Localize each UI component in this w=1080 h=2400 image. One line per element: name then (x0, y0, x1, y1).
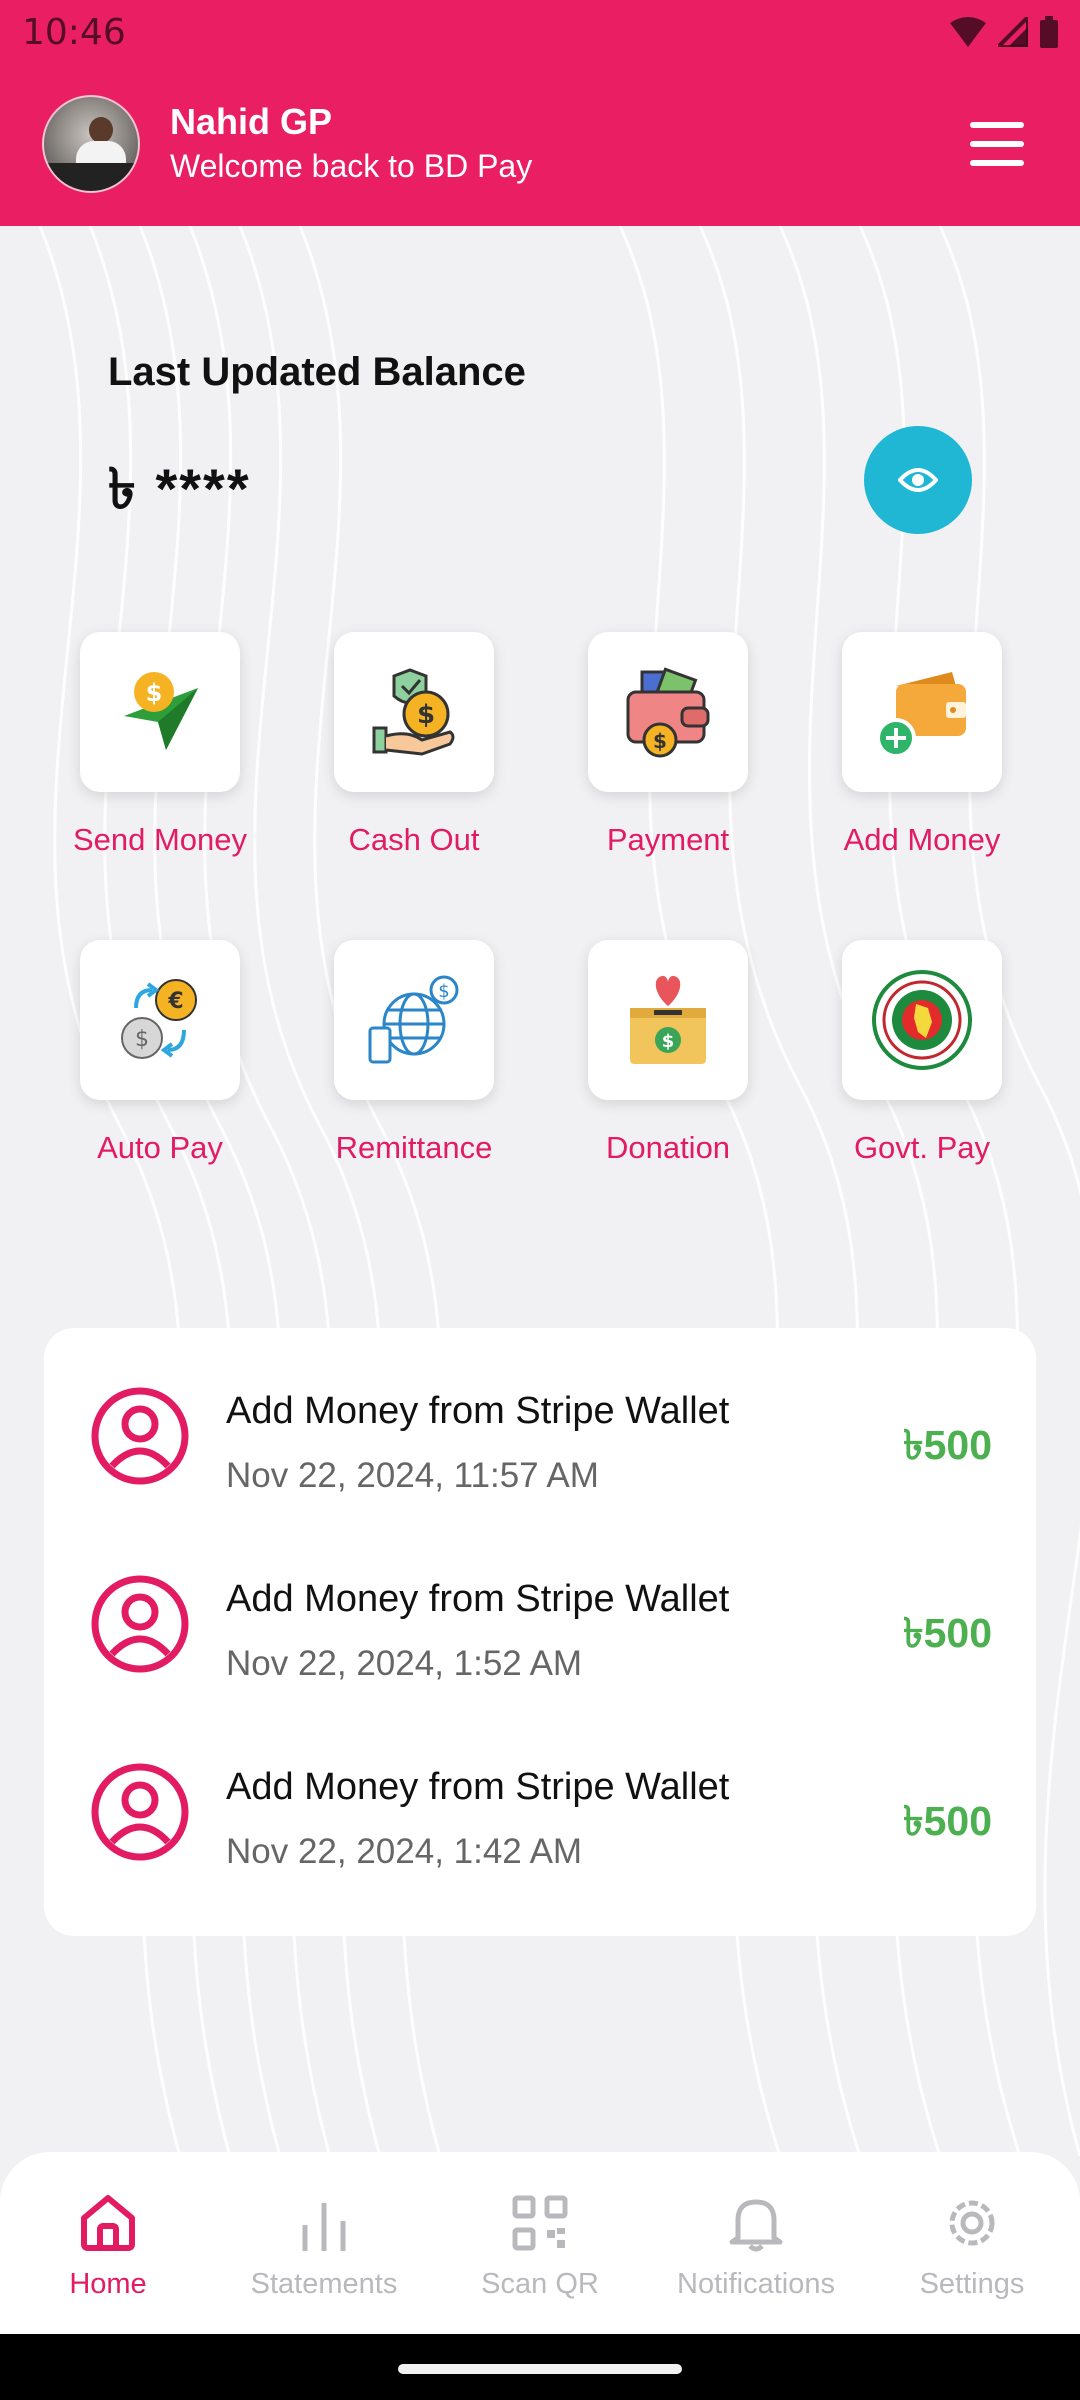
nav-label: Settings (919, 2268, 1025, 2300)
service-label: Cash Out (348, 822, 480, 857)
battery-icon (1040, 16, 1058, 48)
svg-text:$: $ (135, 1027, 149, 1052)
hamburger-menu-icon[interactable] (970, 122, 1024, 166)
bar-chart-icon (302, 2203, 346, 2251)
service-donation[interactable]: $ Donation (558, 940, 778, 1166)
balance-title: Last Updated Balance (108, 350, 526, 394)
transaction-row[interactable]: Add Money from Stripe Wallet Nov 22, 202… (44, 1328, 1036, 1516)
nav-label: Notifications (677, 2268, 835, 2300)
govt-seal-icon (872, 970, 972, 1070)
transaction-title: Add Money from Stripe Wallet (226, 1578, 730, 1620)
add-money-wallet-icon (876, 672, 966, 758)
system-gesture-bar (0, 2334, 1080, 2400)
status-time: 10:46 (22, 11, 126, 53)
svg-text:$: $ (653, 729, 667, 753)
home-icon (81, 2195, 135, 2251)
bottom-navigation: Home Statements Scan QR Notifications Se… (0, 2152, 1080, 2334)
avatar[interactable] (42, 95, 140, 193)
nav-scan-qr[interactable]: Scan QR (432, 2192, 648, 2301)
gear-icon (949, 2200, 995, 2246)
svg-text:€: € (167, 989, 183, 1014)
transaction-date: Nov 22, 2024, 11:57 AM (226, 1456, 599, 1495)
user-icon (91, 1575, 189, 1673)
service-auto-pay[interactable]: € $ Auto Pay (50, 940, 270, 1166)
svg-text:$: $ (417, 700, 435, 730)
svg-text:$: $ (438, 981, 449, 1002)
transaction-row[interactable]: Add Money from Stripe Wallet Nov 22, 202… (44, 1704, 1036, 1892)
nav-notifications[interactable]: Notifications (648, 2192, 864, 2301)
signal-icon (998, 17, 1028, 47)
svg-text:$: $ (146, 679, 163, 707)
transaction-date: Nov 22, 2024, 1:52 AM (226, 1644, 583, 1683)
service-label: Auto Pay (97, 1130, 223, 1165)
nav-settings[interactable]: Settings (864, 2192, 1080, 2301)
bell-icon (729, 2199, 783, 2252)
transaction-amount: ৳500 (903, 1422, 992, 1468)
transaction-title: Add Money from Stripe Wallet (226, 1390, 730, 1432)
service-label: Remittance (335, 1130, 493, 1165)
service-govt-pay[interactable]: Govt. Pay (812, 940, 1032, 1166)
transaction-amount: ৳500 (903, 1610, 992, 1656)
home-gesture-handle[interactable] (398, 2364, 682, 2374)
service-label: Govt. Pay (853, 1130, 991, 1165)
wifi-icon (950, 17, 986, 47)
nav-statements[interactable]: Statements (216, 2192, 432, 2301)
auto-pay-currency-icon: € $ (121, 979, 197, 1059)
show-balance-button[interactable] (864, 426, 972, 534)
nav-label: Statements (250, 2268, 398, 2300)
transaction-date: Nov 22, 2024, 1:42 AM (226, 1832, 583, 1871)
service-label: Send Money (72, 822, 248, 857)
user-icon (91, 1763, 189, 1861)
eye-icon (898, 468, 938, 492)
service-label: Add Money (843, 822, 1001, 857)
service-payment[interactable]: $ Payment (558, 632, 778, 858)
nav-label: Home (69, 2268, 147, 2300)
remittance-globe-icon: $ (368, 975, 459, 1064)
service-label: Donation (605, 1130, 731, 1165)
status-icons (950, 16, 1058, 48)
qr-code-icon (512, 2195, 568, 2251)
app-header: 10:46 Nahid GP Welcome back to BD Pay (0, 0, 1080, 226)
send-money-icon: $ (124, 672, 198, 750)
nav-home[interactable]: Home (0, 2192, 216, 2301)
svg-text:$: $ (662, 1031, 675, 1052)
donation-box-icon: $ (630, 975, 706, 1064)
service-remittance[interactable]: $ Remittance (304, 940, 524, 1166)
welcome-text: Welcome back to BD Pay (170, 148, 533, 184)
recent-transactions-card: Add Money from Stripe Wallet Nov 22, 202… (44, 1328, 1036, 1936)
cash-out-icon: $ (372, 668, 455, 756)
service-send-money[interactable]: $ Send Money (50, 632, 270, 858)
transaction-amount: ৳500 (903, 1798, 992, 1844)
transaction-title: Add Money from Stripe Wallet (226, 1766, 730, 1808)
status-bar: 10:46 (0, 0, 1080, 64)
service-add-money[interactable]: Add Money (812, 632, 1032, 858)
transaction-row[interactable]: Add Money from Stripe Wallet Nov 22, 202… (44, 1516, 1036, 1704)
user-name: Nahid GP (170, 101, 333, 142)
payment-wallet-icon: $ (626, 667, 710, 758)
service-label: Payment (606, 822, 730, 857)
balance-value: ৳ **** (108, 457, 251, 520)
user-icon (91, 1387, 189, 1485)
service-cash-out[interactable]: $ Cash Out (304, 632, 524, 858)
user-profile[interactable]: Nahid GP Welcome back to BD Pay (42, 95, 533, 193)
nav-label: Scan QR (481, 2268, 599, 2300)
